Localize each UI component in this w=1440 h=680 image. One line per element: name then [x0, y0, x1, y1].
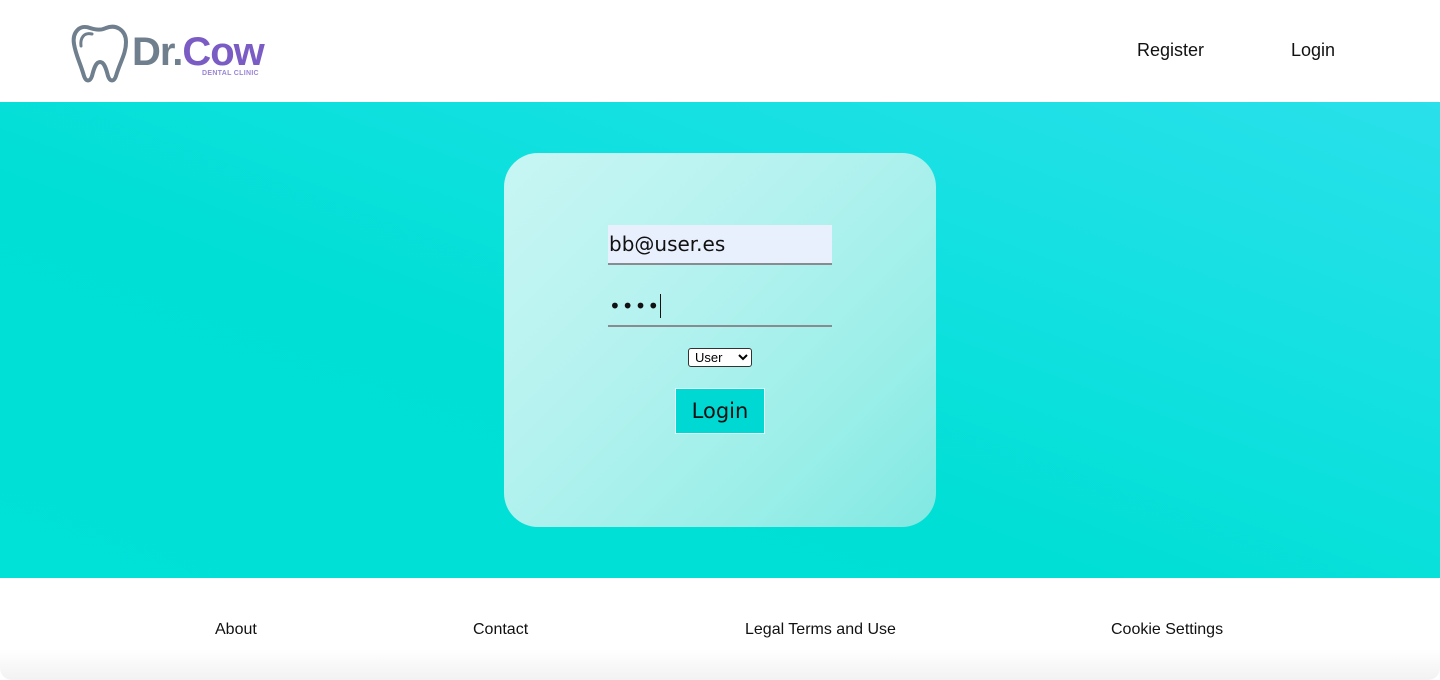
- text-caret: [660, 294, 662, 318]
- page: Dr.Cow DENTAL CLINIC Register Login ••••…: [0, 0, 1440, 680]
- logo[interactable]: Dr.Cow DENTAL CLINIC: [70, 22, 270, 84]
- nav-register-link[interactable]: Register: [1137, 40, 1204, 61]
- email-input[interactable]: [608, 225, 832, 265]
- hero-section: •••• User Login: [0, 102, 1440, 578]
- role-select[interactable]: User: [688, 348, 752, 367]
- brand-tagline: DENTAL CLINIC: [202, 70, 259, 77]
- brand-name: Dr.Cow: [132, 30, 265, 74]
- tooth-icon: [71, 24, 128, 83]
- footer-link-legal[interactable]: Legal Terms and Use: [745, 621, 896, 639]
- footer-link-cookie-settings[interactable]: Cookie Settings: [1111, 621, 1223, 639]
- footer-link-about[interactable]: About: [215, 621, 257, 639]
- site-header: Dr.Cow DENTAL CLINIC Register Login: [0, 0, 1440, 102]
- password-input[interactable]: ••••: [608, 287, 832, 327]
- site-footer: About Contact Legal Terms and Use Cookie…: [0, 578, 1440, 680]
- password-masked-value: ••••: [609, 294, 661, 318]
- password-dots: ••••: [609, 294, 662, 318]
- login-card: •••• User Login: [504, 153, 936, 527]
- footer-link-contact[interactable]: Contact: [473, 621, 528, 639]
- brand-word: Cow: [182, 30, 264, 74]
- brand-prefix: Dr.: [132, 30, 183, 74]
- nav-login-link[interactable]: Login: [1291, 40, 1335, 61]
- login-submit-button[interactable]: Login: [675, 388, 765, 434]
